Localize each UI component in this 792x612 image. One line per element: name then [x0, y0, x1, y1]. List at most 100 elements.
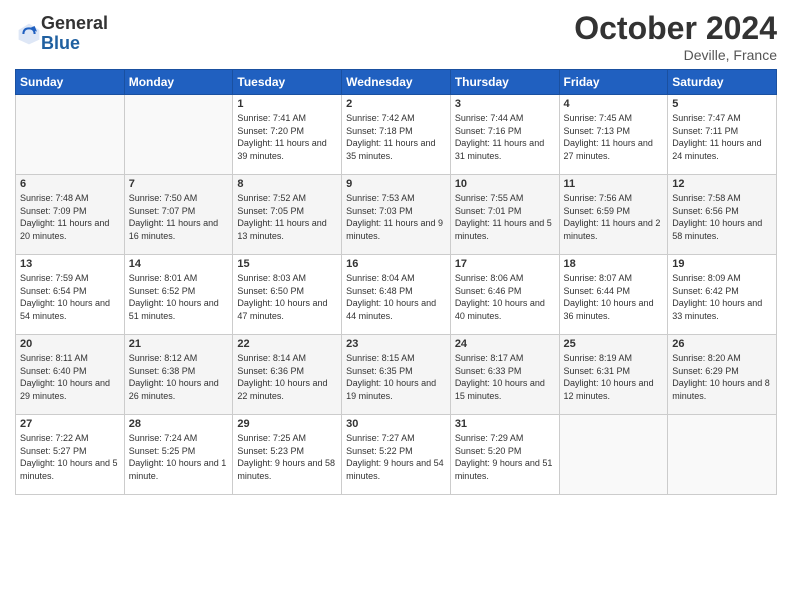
day-info: Sunrise: 8:09 AMSunset: 6:42 PMDaylight:…: [672, 272, 772, 322]
calendar-header: SundayMondayTuesdayWednesdayThursdayFrid…: [16, 70, 777, 95]
calendar-cell: 6Sunrise: 7:48 AMSunset: 7:09 PMDaylight…: [16, 175, 125, 255]
calendar-cell: 23Sunrise: 8:15 AMSunset: 6:35 PMDayligh…: [342, 335, 451, 415]
calendar-cell: 15 Sunrise: 8:03 AMSunset: 6:50 PMDayligh…: [233, 255, 342, 335]
day-number: 14: [129, 258, 229, 270]
logo-text: General Blue: [41, 14, 108, 54]
day-number: 11: [564, 178, 664, 190]
week-row-3: 13 Sunrise: 7:59 AMSunset: 6:54 PMDayligh…: [16, 255, 777, 335]
location-subtitle: Deville, France: [574, 47, 777, 63]
calendar-cell: 1Sunrise: 7:41 AMSunset: 7:20 PMDaylight…: [233, 95, 342, 175]
calendar-cell: 24 Sunrise: 8:17 AMSunset: 6:33 PMDayligh…: [450, 335, 559, 415]
day-info: Sunrise: 8:03 AMSunset: 6:50 PMDaylight:…: [237, 272, 337, 322]
week-row-5: 27 Sunrise: 7:22 AMSunset: 5:27 PMDayligh…: [16, 415, 777, 495]
day-number: 24: [455, 338, 555, 350]
page-container: General Blue October 2024 Deville, Franc…: [0, 0, 792, 505]
calendar-cell: 12Sunrise: 7:58 AMSunset: 6:56 PMDayligh…: [668, 175, 777, 255]
day-number: 17: [455, 258, 555, 270]
day-info: Sunrise: 7:52 AMSunset: 7:05 PMDaylight:…: [237, 192, 337, 242]
day-info: Sunrise: 7:29 AMSunset: 5:20 PMDaylight:…: [455, 432, 555, 482]
day-number: 12: [672, 178, 772, 190]
day-info: Sunrise: 7:41 AMSunset: 7:20 PMDaylight:…: [237, 112, 337, 162]
day-number: 30: [346, 418, 446, 430]
day-info: Sunrise: 8:01 AMSunset: 6:52 PMDaylight:…: [129, 272, 229, 322]
day-info: Sunrise: 7:47 AMSunset: 7:11 PMDaylight:…: [672, 112, 772, 162]
calendar-table: SundayMondayTuesdayWednesdayThursdayFrid…: [15, 69, 777, 495]
calendar-cell: 7Sunrise: 7:50 AMSunset: 7:07 PMDaylight…: [124, 175, 233, 255]
day-number: 2: [346, 98, 446, 110]
calendar-cell: 31Sunrise: 7:29 AMSunset: 5:20 PMDayligh…: [450, 415, 559, 495]
calendar-cell: 2Sunrise: 7:42 AMSunset: 7:18 PMDaylight…: [342, 95, 451, 175]
calendar-cell: 30 Sunrise: 7:27 AMSunset: 5:22 PMDayligh…: [342, 415, 451, 495]
day-number: 28: [129, 418, 229, 430]
calendar-cell: 29 Sunrise: 7:25 AMSunset: 5:23 PMDayligh…: [233, 415, 342, 495]
weekday-header-saturday: Saturday: [668, 70, 777, 95]
calendar-cell: 14 Sunrise: 8:01 AMSunset: 6:52 PMDayligh…: [124, 255, 233, 335]
weekday-header-thursday: Thursday: [450, 70, 559, 95]
day-info: Sunrise: 7:48 AMSunset: 7:09 PMDaylight:…: [20, 192, 120, 242]
logo: General Blue: [15, 14, 108, 54]
day-number: 13: [20, 258, 120, 270]
day-number: 27: [20, 418, 120, 430]
calendar-cell: 17Sunrise: 8:06 AMSunset: 6:46 PMDayligh…: [450, 255, 559, 335]
day-info: Sunrise: 8:07 AMSunset: 6:44 PMDaylight:…: [564, 272, 664, 322]
day-number: 16: [346, 258, 446, 270]
calendar-body: 1Sunrise: 7:41 AMSunset: 7:20 PMDaylight…: [16, 95, 777, 495]
calendar-cell: 8 Sunrise: 7:52 AMSunset: 7:05 PMDaylight…: [233, 175, 342, 255]
day-number: 20: [20, 338, 120, 350]
day-info: Sunrise: 8:11 AMSunset: 6:40 PMDaylight:…: [20, 352, 120, 402]
day-number: 10: [455, 178, 555, 190]
calendar-cell: [16, 95, 125, 175]
weekday-header-monday: Monday: [124, 70, 233, 95]
calendar-cell: 18 Sunrise: 8:07 AMSunset: 6:44 PMDayligh…: [559, 255, 668, 335]
day-info: Sunrise: 7:24 AMSunset: 5:25 PMDaylight:…: [129, 432, 229, 482]
day-info: Sunrise: 7:59 AMSunset: 6:54 PMDaylight:…: [20, 272, 120, 322]
week-row-4: 20 Sunrise: 8:11 AMSunset: 6:40 PMDayligh…: [16, 335, 777, 415]
day-number: 19: [672, 258, 772, 270]
day-number: 4: [564, 98, 664, 110]
day-info: Sunrise: 8:15 AMSunset: 6:35 PMDaylight:…: [346, 352, 446, 402]
day-number: 3: [455, 98, 555, 110]
calendar-cell: [124, 95, 233, 175]
calendar-cell: 26Sunrise: 8:20 AMSunset: 6:29 PMDayligh…: [668, 335, 777, 415]
day-number: 29: [237, 418, 337, 430]
day-number: 15: [237, 258, 337, 270]
weekday-header-friday: Friday: [559, 70, 668, 95]
calendar-cell: 20 Sunrise: 8:11 AMSunset: 6:40 PMDayligh…: [16, 335, 125, 415]
calendar-cell: 16 Sunrise: 8:04 AMSunset: 6:48 PMDayligh…: [342, 255, 451, 335]
day-info: Sunrise: 7:44 AMSunset: 7:16 PMDaylight:…: [455, 112, 555, 162]
day-info: Sunrise: 8:12 AMSunset: 6:38 PMDaylight:…: [129, 352, 229, 402]
calendar-cell: 4 Sunrise: 7:45 AMSunset: 7:13 PMDaylight…: [559, 95, 668, 175]
day-info: Sunrise: 7:55 AMSunset: 7:01 PMDaylight:…: [455, 192, 555, 242]
day-number: 25: [564, 338, 664, 350]
calendar-cell: 3 Sunrise: 7:44 AMSunset: 7:16 PMDaylight…: [450, 95, 559, 175]
logo-icon: [17, 22, 41, 46]
day-info: Sunrise: 7:45 AMSunset: 7:13 PMDaylight:…: [564, 112, 664, 162]
day-info: Sunrise: 7:22 AMSunset: 5:27 PMDaylight:…: [20, 432, 120, 482]
calendar-cell: 21 Sunrise: 8:12 AMSunset: 6:38 PMDayligh…: [124, 335, 233, 415]
day-number: 8: [237, 178, 337, 190]
day-info: Sunrise: 7:53 AMSunset: 7:03 PMDaylight:…: [346, 192, 446, 242]
calendar-cell: 22Sunrise: 8:14 AMSunset: 6:36 PMDayligh…: [233, 335, 342, 415]
day-number: 5: [672, 98, 772, 110]
calendar-cell: 27 Sunrise: 7:22 AMSunset: 5:27 PMDayligh…: [16, 415, 125, 495]
title-block: October 2024 Deville, France: [574, 10, 777, 63]
day-number: 18: [564, 258, 664, 270]
week-row-2: 6Sunrise: 7:48 AMSunset: 7:09 PMDaylight…: [16, 175, 777, 255]
day-info: Sunrise: 8:04 AMSunset: 6:48 PMDaylight:…: [346, 272, 446, 322]
day-number: 7: [129, 178, 229, 190]
day-info: Sunrise: 8:17 AMSunset: 6:33 PMDaylight:…: [455, 352, 555, 402]
day-info: Sunrise: 8:19 AMSunset: 6:31 PMDaylight:…: [564, 352, 664, 402]
calendar-cell: [668, 415, 777, 495]
day-info: Sunrise: 7:56 AMSunset: 6:59 PMDaylight:…: [564, 192, 664, 242]
week-row-1: 1Sunrise: 7:41 AMSunset: 7:20 PMDaylight…: [16, 95, 777, 175]
calendar-cell: 11 Sunrise: 7:56 AMSunset: 6:59 PMDayligh…: [559, 175, 668, 255]
logo-general-text: General: [41, 14, 108, 34]
calendar-cell: 25 Sunrise: 8:19 AMSunset: 6:31 PMDayligh…: [559, 335, 668, 415]
logo-blue-text: Blue: [41, 34, 108, 54]
day-info: Sunrise: 7:25 AMSunset: 5:23 PMDaylight:…: [237, 432, 337, 482]
day-number: 21: [129, 338, 229, 350]
day-info: Sunrise: 7:27 AMSunset: 5:22 PMDaylight:…: [346, 432, 446, 482]
day-number: 9: [346, 178, 446, 190]
weekday-header-sunday: Sunday: [16, 70, 125, 95]
calendar-cell: 9 Sunrise: 7:53 AMSunset: 7:03 PMDaylight…: [342, 175, 451, 255]
